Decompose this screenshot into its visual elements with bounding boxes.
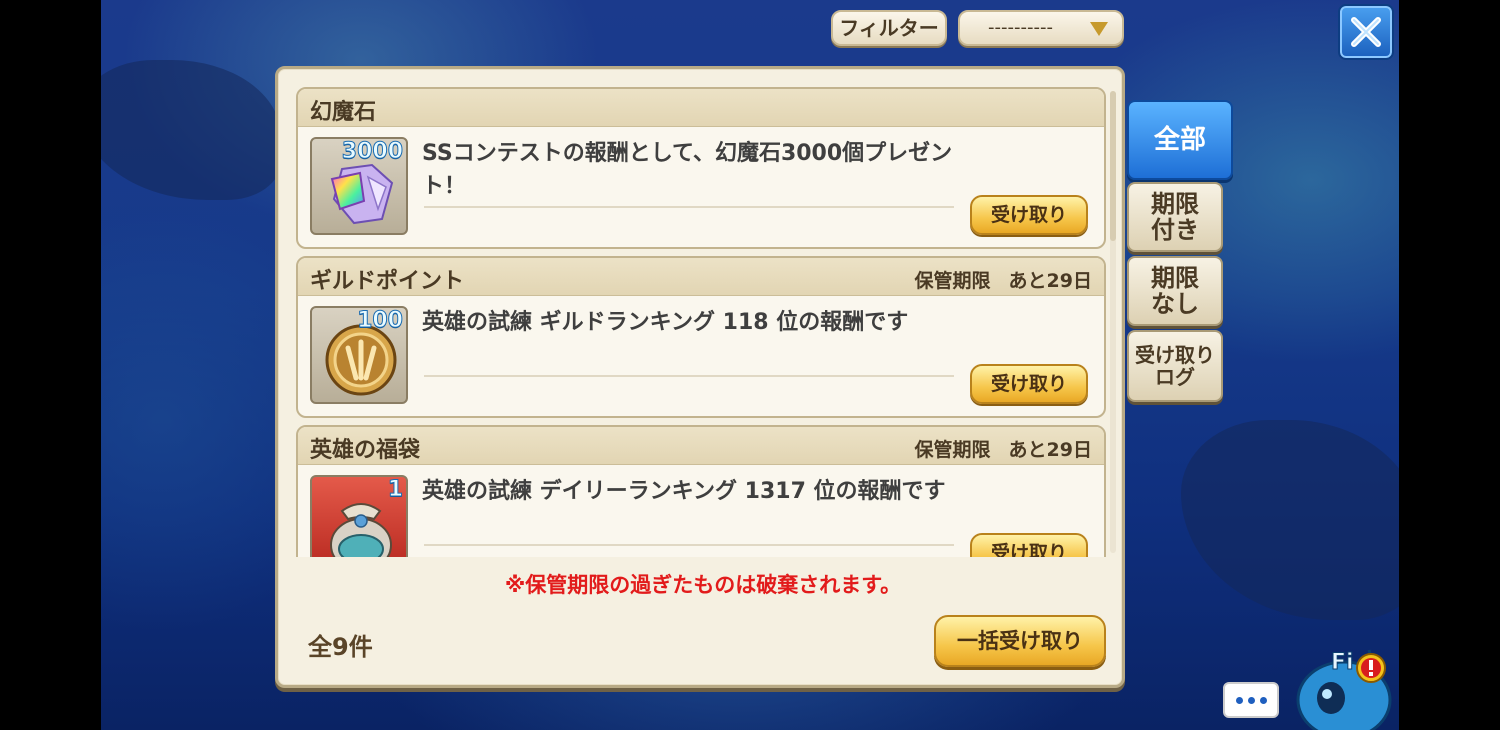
tab-log-label: 受け取りログ [1135,343,1215,389]
mascot-menu-button[interactable]: Fi [1289,640,1399,730]
divider [424,375,954,377]
item-header: 幻魔石 [298,89,1104,127]
expiry-label: 保管期限 [914,439,991,461]
item-expiry: 保管期限 あと29日 [915,435,1092,462]
filter-button[interactable]: フィルター [831,10,947,46]
item-expiry: 保管期限 あと29日 [915,266,1092,293]
list-item: 英雄の福袋 保管期限 あと29日 1 英雄の試練 デイリーランキング 1317 位… [296,425,1106,557]
item-icon-box: 3000 [310,137,408,235]
scrollbar-thumb[interactable] [1110,91,1116,241]
item-description: 英雄の試練 ギルドランキング 118 位の報酬です [422,310,909,335]
expiry-value: あと29日 [1008,270,1092,292]
expiry-value: あと29日 [1008,439,1092,461]
close-button[interactable] [1338,4,1394,60]
item-title: ギルドポイント [310,269,465,294]
divider [424,544,954,546]
dot-icon [1235,696,1243,704]
total-count: 全9件 [308,633,373,661]
item-icon-box: 1 [310,475,408,557]
tab-limited-label: 期限付き [1151,189,1199,244]
tab-unlimited[interactable]: 期限なし [1127,256,1223,326]
item-count: 3000 [341,139,403,165]
mascot-label: Fi [1331,650,1355,676]
receive-button[interactable]: 受け取り [970,364,1088,404]
present-list[interactable]: 幻魔石 3000 SSコンテストの報酬として、幻魔石3000個プレゼント！ 受け… [296,87,1108,557]
dot-icon [1259,696,1267,704]
item-title: 英雄の福袋 [310,438,421,463]
present-box-panel: 幻魔石 3000 SSコンテストの報酬として、幻魔石3000個プレゼント！ 受け… [275,66,1125,688]
close-icon [1351,17,1381,47]
bulk-receive-button[interactable]: 一括受け取り [934,615,1106,667]
dropdown-arrow-icon [1090,22,1108,36]
list-item: ギルドポイント 保管期限 あと29日 100 英雄の試練 ギルドランキング 118… [296,256,1106,418]
item-count: 100 [357,308,404,334]
chat-button[interactable] [1223,682,1279,718]
expiry-notice: ※保管期限の過ぎたものは破棄されます。 [504,573,902,597]
receive-button[interactable]: 受け取り [970,533,1088,557]
tab-unlimited-label: 期限なし [1151,263,1199,318]
divider [424,206,954,208]
expiry-label: 保管期限 [914,270,991,292]
filter-dropdown[interactable]: ---------- [958,10,1124,46]
dot-icon [1247,696,1255,704]
item-title: 幻魔石 [310,100,377,125]
item-header: ギルドポイント 保管期限 あと29日 [298,258,1104,296]
filter-dropdown-value: ---------- [988,17,1053,38]
item-icon-box: 100 [310,306,408,404]
tab-all[interactable]: 全部 [1127,100,1233,180]
tab-limited[interactable]: 期限付き [1127,182,1223,252]
list-item: 幻魔石 3000 SSコンテストの報酬として、幻魔石3000個プレゼント！ 受け… [296,87,1106,249]
item-description: 英雄の試練 デイリーランキング 1317 位の報酬です [422,479,946,504]
background-rock [1181,420,1399,620]
item-description: SSコンテストの報酬として、幻魔石3000個プレゼント！ [422,141,953,199]
item-header: 英雄の福袋 保管期限 あと29日 [298,427,1104,465]
game-screen: フィルター ---------- 幻魔石 3000 SSコンテストの報酬として、… [101,0,1399,730]
background-rock [101,60,281,200]
receive-button[interactable]: 受け取り [970,195,1088,235]
tab-receive-log[interactable]: 受け取りログ [1127,330,1223,402]
item-count: 1 [387,477,403,503]
